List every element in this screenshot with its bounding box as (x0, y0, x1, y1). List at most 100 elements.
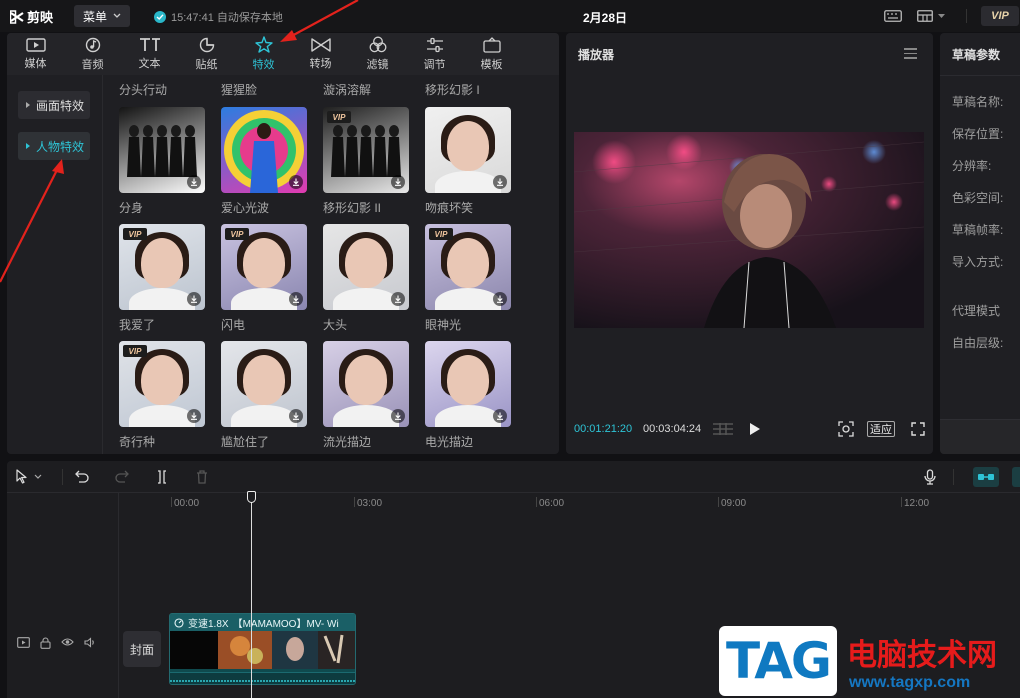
portrait-face (345, 355, 387, 405)
player-title: 播放器 (578, 48, 615, 62)
frame-rate-label: 草稿帧率: (952, 223, 1004, 237)
cover-button[interactable]: 封面 (123, 631, 161, 667)
effect-thumbnail[interactable] (323, 341, 409, 427)
tab-media[interactable]: 媒体 (7, 33, 64, 75)
effect-item[interactable]: 流光描边 (323, 341, 409, 450)
screenshot-icon[interactable] (838, 421, 854, 440)
free-layer-label: 自由层级: (952, 336, 1004, 350)
cursor-icon (16, 469, 27, 484)
portrait-body (231, 288, 297, 310)
playhead-handle[interactable] (247, 491, 256, 503)
effect-item[interactable]: 尴尬住了 (221, 341, 307, 450)
menu-button[interactable]: 菜单 (74, 5, 130, 27)
effect-item[interactable]: 大头 (323, 224, 409, 333)
tab-template[interactable]: 模板 (463, 33, 520, 75)
download-icon[interactable] (493, 409, 507, 423)
speaker-icon[interactable] (84, 637, 96, 648)
download-icon[interactable] (289, 292, 303, 306)
snap-toggle-button[interactable] (1012, 467, 1020, 487)
tab-sticker[interactable]: 贴纸 (178, 33, 235, 75)
download-icon[interactable] (391, 409, 405, 423)
video-clip[interactable]: 变速1.8X 【MAMAMOO】MV- Wi (169, 613, 356, 685)
effect-item[interactable]: 吻痕坏笑 (425, 107, 511, 216)
timecode-grid-icon[interactable] (712, 422, 734, 439)
portrait-body (435, 288, 501, 310)
divider (940, 75, 1020, 76)
undo-icon[interactable] (75, 470, 89, 486)
tab-transition[interactable]: 转场 (292, 33, 349, 75)
redo-icon[interactable] (115, 470, 129, 486)
triangle-right-icon (26, 102, 30, 108)
effect-item[interactable]: VIP 眼神光 (425, 224, 511, 333)
download-icon[interactable] (187, 409, 201, 423)
tab-text[interactable]: 文本 (121, 33, 178, 75)
download-icon[interactable] (289, 409, 303, 423)
portrait-face (243, 238, 285, 288)
draft-params-panel: 草稿参数 草稿名称: 保存位置: 分辨率: 色彩空间: 草稿帧率: 导入方式: … (940, 33, 1020, 454)
effect-label: 大头 (323, 318, 348, 332)
video-preview[interactable] (574, 132, 924, 328)
tab-label: 调节 (423, 58, 446, 71)
toolbar-divider (966, 9, 967, 23)
import-mode-label: 导入方式: (952, 255, 1004, 269)
fullscreen-icon[interactable] (911, 422, 925, 439)
delete-icon[interactable] (196, 470, 208, 487)
lock-icon[interactable] (40, 637, 51, 649)
download-icon[interactable] (187, 292, 201, 306)
effect-thumbnail[interactable] (221, 341, 307, 427)
vip-button[interactable]: VIP (981, 6, 1019, 26)
download-icon[interactable] (391, 175, 405, 189)
microphone-icon[interactable] (924, 469, 936, 488)
check-circle-icon (154, 11, 166, 23)
effect-item[interactable]: VIP 奇行种 (119, 341, 205, 450)
sidebar-item-person-effects[interactable]: 人物特效 (18, 132, 90, 160)
download-icon[interactable] (493, 292, 507, 306)
tab-label: 文本 (138, 58, 161, 70)
video-frame-image (574, 132, 924, 328)
play-button[interactable] (749, 422, 761, 439)
eye-icon[interactable] (61, 637, 74, 647)
timeline-toolbar (7, 461, 1020, 493)
effect-thumbnail[interactable] (323, 224, 409, 310)
sidebar-item-scene-effects[interactable]: 画面特效 (18, 91, 90, 119)
effect-thumbnail[interactable]: VIP (323, 107, 409, 193)
main-track-magnet-button[interactable] (973, 467, 999, 487)
download-icon[interactable] (391, 292, 405, 306)
clip-header: 变速1.8X 【MAMAMOO】MV- Wi (170, 614, 355, 631)
effect-item[interactable]: VIP 闪电 (221, 224, 307, 333)
effect-item[interactable]: 分身 (119, 107, 205, 216)
tab-audio[interactable]: 音频 (64, 33, 121, 75)
select-tool[interactable] (16, 469, 42, 484)
tab-adjust[interactable]: 调节 (406, 33, 463, 75)
effect-thumbnail[interactable]: VIP (425, 224, 511, 310)
download-icon[interactable] (493, 175, 507, 189)
menu-icon[interactable] (904, 48, 917, 62)
effect-item[interactable]: VIP 我爱了 (119, 224, 205, 333)
effect-thumbnail[interactable] (425, 107, 511, 193)
clip-speed: 变速1.8X (188, 619, 229, 630)
effect-item[interactable]: 电光描边 (425, 341, 511, 450)
effects-category-sidebar: 画面特效 人物特效 (7, 75, 103, 454)
layout-switch[interactable] (917, 8, 945, 24)
effect-thumbnail[interactable] (221, 107, 307, 193)
download-icon[interactable] (187, 175, 201, 189)
effect-thumbnail[interactable] (119, 107, 205, 193)
tab-filter[interactable]: 滤镜 (349, 33, 406, 75)
draft-panel-footer (940, 419, 1020, 454)
toolbar-divider (953, 469, 954, 485)
tab-effects[interactable]: 特效 (235, 33, 292, 75)
effect-thumbnail[interactable]: VIP (119, 224, 205, 310)
playhead-line[interactable] (251, 491, 252, 698)
effect-thumbnail[interactable]: VIP (221, 224, 307, 310)
download-icon[interactable] (289, 175, 303, 189)
effect-thumbnail[interactable]: VIP (119, 341, 205, 427)
effect-item[interactable]: VIP 移形幻影 II (323, 107, 409, 216)
save-location-label: 保存位置: (952, 127, 1004, 141)
effect-thumbnail[interactable] (425, 341, 511, 427)
fit-ratio-button[interactable]: 适应 (867, 421, 895, 437)
split-icon[interactable] (156, 470, 168, 487)
track-video-icon[interactable] (17, 637, 30, 648)
tab-label: 滤镜 (366, 59, 389, 71)
keyboard-icon[interactable] (884, 8, 902, 24)
effect-item[interactable]: 爱心光波 (221, 107, 307, 216)
